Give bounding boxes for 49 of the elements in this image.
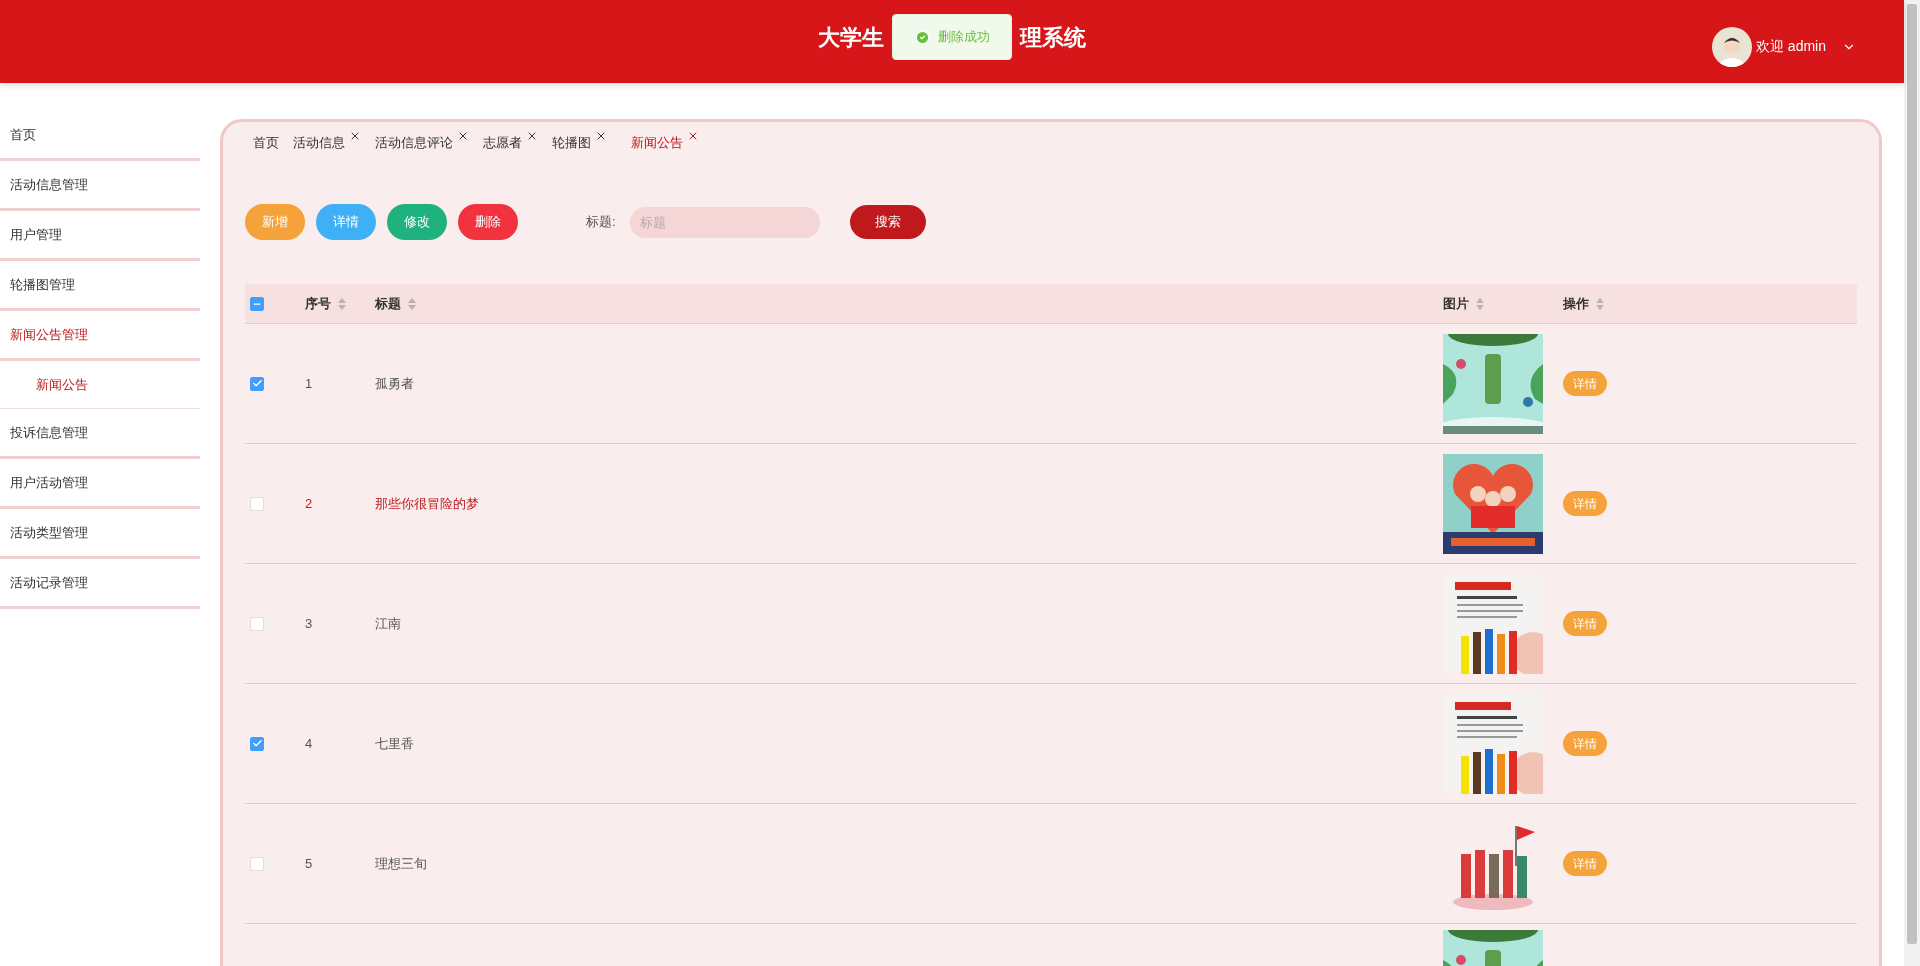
- sidebar-item[interactable]: 活动类型管理: [0, 509, 200, 559]
- column-header[interactable]: 操作: [1563, 293, 1589, 314]
- success-icon: [914, 29, 930, 45]
- sort-icon[interactable]: [337, 296, 347, 311]
- avatar[interactable]: [1711, 26, 1752, 67]
- row-number: 3: [305, 615, 313, 631]
- tab[interactable]: 首页: [253, 133, 279, 153]
- column-header[interactable]: 标题: [375, 293, 401, 314]
- app-title: 理系统: [1020, 23, 1086, 52]
- row-title: 江南: [375, 615, 401, 631]
- check-icon: [251, 378, 263, 389]
- scrollbar[interactable]: [1904, 0, 1920, 966]
- sidebar-item[interactable]: 活动信息管理: [0, 161, 200, 211]
- sort-icon[interactable]: [1595, 296, 1605, 311]
- sidebar-item[interactable]: 用户活动管理: [0, 459, 200, 509]
- tab[interactable]: 活动信息: [293, 133, 345, 153]
- sidebar-item[interactable]: 新闻公告管理: [0, 311, 200, 361]
- check-icon: [251, 738, 263, 749]
- sidebar-item[interactable]: 首页: [0, 111, 200, 161]
- sidebar-item[interactable]: 投诉信息管理: [0, 409, 200, 459]
- sort-icon[interactable]: [407, 296, 417, 311]
- row-title: 那些你很冒险的梦: [375, 495, 479, 511]
- row-number: 4: [305, 735, 313, 751]
- tab[interactable]: 轮播图: [552, 133, 591, 153]
- row-number: 5: [305, 855, 313, 871]
- row-title: 七里香: [375, 735, 414, 751]
- row-title: 孤勇者: [375, 375, 414, 391]
- sort-icon[interactable]: [1475, 296, 1485, 311]
- column-header[interactable]: 图片: [1443, 293, 1469, 314]
- user-greeting[interactable]: 欢迎 admin: [1755, 36, 1826, 57]
- row-number: 2: [305, 495, 313, 511]
- search-label: 标题:: [586, 213, 616, 232]
- column-header[interactable]: 序号: [305, 293, 331, 314]
- row-title: 理想三旬: [375, 855, 427, 871]
- sidebar-item[interactable]: 轮播图管理: [0, 261, 200, 311]
- checkbox[interactable]: [250, 736, 264, 751]
- sidebar-subitem[interactable]: 新闻公告: [0, 361, 200, 409]
- sidebar-item[interactable]: 活动记录管理: [0, 559, 200, 609]
- toast: 删除成功: [892, 14, 1012, 60]
- checkbox[interactable]: [250, 376, 264, 391]
- checkbox[interactable]: [250, 296, 264, 311]
- toolbar-button[interactable]: 删除: [458, 204, 518, 240]
- sidebar-item[interactable]: 用户管理: [0, 211, 200, 261]
- tab[interactable]: 活动信息评论: [375, 133, 453, 153]
- row-number: 1: [305, 375, 313, 391]
- tab[interactable]: 志愿者: [483, 133, 522, 153]
- search-button[interactable]: 搜索: [849, 205, 926, 239]
- app-title: 大学生: [818, 23, 884, 52]
- tab[interactable]: 新闻公告: [631, 133, 683, 153]
